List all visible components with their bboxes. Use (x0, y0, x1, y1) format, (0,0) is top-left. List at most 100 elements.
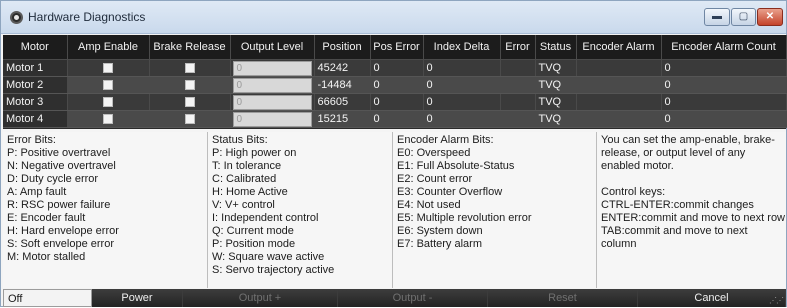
pos-error-cell: 0 (370, 93, 424, 111)
brake-release-checkbox[interactable] (184, 113, 195, 124)
position-cell: -14484 (314, 76, 371, 94)
legend-item: N: Negative overtravel (7, 160, 116, 172)
output-level-input[interactable]: 0 (232, 111, 312, 126)
col-header-output-level[interactable]: Output Level (230, 35, 315, 60)
amp-enable-checkbox[interactable] (103, 113, 113, 124)
legend-item: P: High power on (212, 147, 297, 159)
output-level-cell: 0 (230, 76, 315, 94)
amp-enable-cell (67, 76, 150, 94)
encoder-alarm-cell (576, 59, 662, 77)
error-bits-title: Error Bits: (7, 134, 56, 146)
index-delta-cell: 0 (423, 59, 501, 77)
maximize-button[interactable]: ▢ (731, 8, 756, 26)
col-header-encoder-alarm[interactable]: Encoder Alarm (576, 35, 662, 60)
brake-release-cell (149, 93, 231, 111)
col-header-encoder-alarm-count[interactable]: Encoder Alarm Count (661, 35, 787, 60)
legend-item: H: Hard envelope error (7, 225, 119, 237)
col-header-motor[interactable]: Motor (3, 35, 68, 60)
output-minus-button[interactable]: Output - (338, 289, 488, 307)
resize-grip-icon[interactable]: ⋰⋰ (769, 296, 784, 305)
off-button[interactable]: Off (3, 289, 92, 307)
position-cell: 45242 (314, 59, 371, 77)
col-header-error[interactable]: Error (500, 35, 536, 60)
close-button[interactable]: ✕ (757, 8, 783, 26)
legend-item: E6: System down (397, 225, 483, 237)
col-header-amp-enable[interactable]: Amp Enable (67, 35, 150, 60)
app-icon (10, 11, 23, 24)
encoder-alarm-count-cell: 0 (661, 93, 787, 111)
pos-error-cell: 0 (370, 59, 424, 77)
brake-release-checkbox[interactable] (184, 62, 195, 73)
legend-item: E5: Multiple revolution error (397, 212, 532, 224)
legend-item: S: Soft envelope error (7, 238, 115, 250)
control-key-line: TAB:commit and move to next (601, 225, 748, 237)
amp-enable-cell (67, 59, 150, 77)
amp-enable-cell (67, 110, 150, 128)
amp-enable-checkbox[interactable] (103, 96, 113, 107)
cancel-button[interactable]: Cancel (638, 289, 786, 307)
error-cell (500, 93, 536, 111)
output-level-input[interactable]: 0 (232, 77, 312, 92)
legend-item: P: Positive overtravel (7, 147, 111, 159)
grid-header-row: Motor Amp Enable Brake Release Output Le… (3, 35, 787, 60)
legend-item: A: Amp fault (7, 186, 67, 198)
control-key-line: column (601, 238, 637, 250)
position-cell: 66605 (314, 93, 371, 111)
motor-name: Motor 3 (3, 93, 68, 111)
reset-button[interactable]: Reset (488, 289, 638, 307)
control-key-line: CTRL-ENTER:commit changes (601, 199, 754, 211)
legend-item: W: Square wave active (212, 251, 325, 263)
col-header-pos-error[interactable]: Pos Error (370, 35, 424, 60)
error-bits-legend: Error Bits: P: Positive overtravel N: Ne… (3, 132, 208, 288)
legend-item: E: Encoder fault (7, 212, 86, 224)
position-cell: 15215 (314, 110, 371, 128)
amp-enable-checkbox[interactable] (103, 62, 113, 73)
control-keys-title: Control keys: (601, 186, 666, 198)
table-row: Motor 2 0 -14484 0 0 TVQ 0 (3, 76, 787, 94)
hardware-diagnostics-window: Hardware Diagnostics ▬ ▢ ✕ Motor Amp Ena… (0, 0, 787, 307)
output-level-input[interactable]: 0 (232, 60, 312, 75)
minimize-button[interactable]: ▬ (704, 8, 730, 26)
output-plus-button[interactable]: Output + (183, 289, 338, 307)
brake-release-checkbox[interactable] (184, 96, 195, 107)
legend-item: E4: Not used (397, 199, 461, 211)
col-header-position[interactable]: Position (314, 35, 371, 60)
legend-item: S: Servo trajectory active (212, 264, 335, 276)
action-bar: Off Power Output + Output - Reset Cancel… (3, 289, 786, 307)
brake-release-cell (149, 59, 231, 77)
output-level-input[interactable]: 0 (232, 94, 312, 109)
status-cell: TVQ (535, 93, 577, 111)
legend-item: T: In tolerance (212, 160, 282, 172)
amp-enable-checkbox[interactable] (103, 79, 113, 90)
help-line: enabled motor. (601, 160, 674, 172)
col-header-index-delta[interactable]: Index Delta (423, 35, 501, 60)
index-delta-cell: 0 (423, 76, 501, 94)
encoder-alarm-cell (576, 76, 662, 94)
status-bits-title: Status Bits: (212, 134, 268, 146)
output-level-cell: 0 (230, 93, 315, 111)
legend-item: C: Calibrated (212, 173, 277, 185)
col-header-brake-release[interactable]: Brake Release (149, 35, 231, 60)
status-cell: TVQ (535, 110, 577, 128)
legend-item: Q: Current mode (212, 225, 294, 237)
pos-error-cell: 0 (370, 76, 424, 94)
motor-grid: Motor Amp Enable Brake Release Output Le… (3, 35, 787, 129)
table-row: Motor 4 0 15215 0 0 TVQ 0 (3, 110, 787, 128)
encoder-alarm-count-cell: 0 (661, 59, 787, 77)
power-button[interactable]: Power (92, 289, 183, 307)
pos-error-cell: 0 (370, 110, 424, 128)
legend-item: I: Independent control (212, 212, 319, 224)
control-key-line: ENTER:commit and move to next row (601, 212, 786, 224)
status-cell: TVQ (535, 59, 577, 77)
legend-item: D: Duty cycle error (7, 173, 99, 185)
legend-item: H: Home Active (212, 186, 288, 198)
encoder-alarm-bits-legend: Encoder Alarm Bits: E0: Overspeed E1: Fu… (393, 132, 597, 288)
encoder-alarm-cell (576, 93, 662, 111)
legend-item: E7: Battery alarm (397, 238, 482, 250)
legend-panel: Error Bits: P: Positive overtravel N: Ne… (3, 132, 786, 288)
brake-release-checkbox[interactable] (184, 79, 195, 90)
col-header-status[interactable]: Status (535, 35, 577, 60)
motor-name: Motor 1 (3, 59, 68, 77)
output-level-cell: 0 (230, 59, 315, 77)
